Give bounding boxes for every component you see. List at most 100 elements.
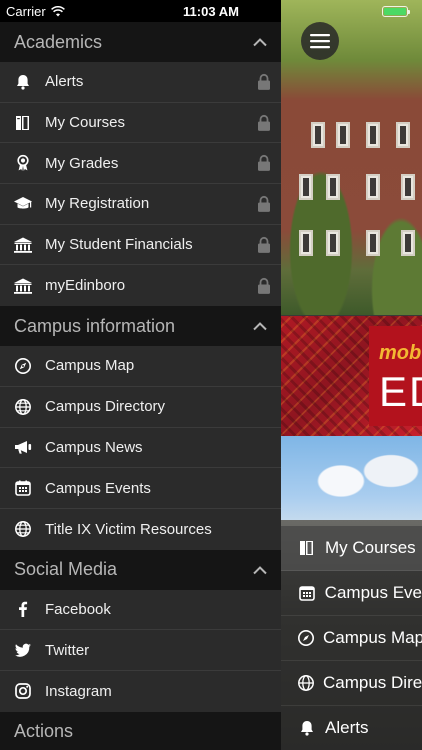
bell-icon bbox=[13, 72, 33, 92]
facebook-icon bbox=[13, 599, 33, 619]
quick-link-alerts[interactable]: Alerts bbox=[281, 706, 422, 750]
compass-icon bbox=[13, 356, 33, 376]
menu-item-my-student-financials[interactable]: My Student Financials bbox=[0, 225, 281, 266]
building-window bbox=[326, 174, 340, 200]
clock-time: 11:03 AM bbox=[183, 4, 239, 19]
globe-icon bbox=[13, 397, 33, 417]
building-window bbox=[299, 174, 313, 200]
menu-item-label: Campus Directory bbox=[45, 398, 166, 416]
section-list-campus-information: Campus Map Campus Directory Campus News Cam… bbox=[0, 346, 281, 549]
promo-banner[interactable]: mob ED bbox=[281, 316, 422, 436]
quick-links-list: My Courses Campus Eve Campus Map Campus … bbox=[281, 526, 422, 750]
menu-item-myedinboro[interactable]: myEdinboro bbox=[0, 265, 281, 306]
menu-item-label: Campus News bbox=[45, 438, 143, 456]
battery-icon bbox=[382, 6, 410, 17]
hamburger-icon bbox=[310, 34, 330, 49]
battery-level-fill bbox=[384, 8, 406, 15]
building-window bbox=[396, 122, 410, 148]
building-window bbox=[366, 174, 380, 200]
lock-icon bbox=[257, 195, 271, 212]
menu-item-campus-news[interactable]: Campus News bbox=[0, 428, 281, 469]
bank-icon bbox=[13, 276, 33, 296]
lock-icon bbox=[257, 155, 271, 172]
book-icon bbox=[297, 538, 317, 558]
quick-link-my-courses[interactable]: My Courses bbox=[281, 526, 422, 571]
menu-item-label: Instagram bbox=[45, 682, 112, 700]
lock-icon bbox=[257, 236, 271, 253]
building-window bbox=[366, 122, 380, 148]
chevron-up-icon[interactable] bbox=[249, 31, 271, 53]
section-header-campus-information[interactable]: Campus information bbox=[0, 306, 281, 347]
building-window bbox=[366, 230, 380, 256]
globe-icon bbox=[13, 519, 33, 539]
section-title: Campus information bbox=[14, 315, 176, 336]
compass-icon bbox=[297, 628, 315, 648]
award-icon bbox=[13, 153, 33, 173]
section-header-academics[interactable]: Academics bbox=[0, 22, 281, 62]
building-window bbox=[311, 122, 325, 148]
quick-link-label: Campus Dire bbox=[323, 673, 422, 692]
building-window bbox=[326, 230, 340, 256]
menu-item-title-ix-victim-resources[interactable]: Title IX Victim Resources bbox=[0, 509, 281, 550]
twitter-icon bbox=[13, 640, 33, 660]
menu-item-label: Campus Events bbox=[45, 479, 151, 497]
calendar-icon bbox=[13, 478, 33, 498]
section-header-actions[interactable]: Actions bbox=[0, 711, 281, 750]
globe-icon bbox=[297, 673, 315, 693]
section-title: Academics bbox=[14, 31, 103, 52]
menu-item-campus-map[interactable]: Campus Map bbox=[0, 346, 281, 387]
quick-link-campus-map[interactable]: Campus Map bbox=[281, 616, 422, 661]
menu-item-facebook[interactable]: Facebook bbox=[0, 590, 281, 631]
quick-link-label: Alerts bbox=[325, 718, 369, 737]
building-window bbox=[336, 122, 350, 148]
lock-icon bbox=[257, 114, 271, 131]
section-list-social-media: Facebook Twitter Instagram bbox=[0, 590, 281, 712]
status-bar: Carrier 11:03 AM bbox=[0, 0, 422, 22]
graduation-cap-icon bbox=[13, 194, 33, 214]
building-window bbox=[401, 230, 415, 256]
chevron-up-icon[interactable] bbox=[249, 559, 271, 581]
chevron-up-icon[interactable] bbox=[249, 315, 271, 337]
menu-item-campus-events[interactable]: Campus Events bbox=[0, 468, 281, 509]
hamburger-menu-button[interactable] bbox=[301, 22, 339, 60]
menu-item-label: myEdinboro bbox=[45, 277, 126, 295]
building-window bbox=[401, 174, 415, 200]
menu-item-label: My Registration bbox=[45, 195, 150, 213]
building-window bbox=[299, 230, 313, 256]
calendar-icon bbox=[297, 583, 317, 603]
quick-link-campus-events[interactable]: Campus Eve bbox=[281, 571, 422, 616]
menu-item-my-registration[interactable]: My Registration bbox=[0, 184, 281, 225]
quick-link-label: Campus Eve bbox=[324, 583, 422, 602]
book-icon bbox=[13, 113, 33, 133]
menu-item-twitter[interactable]: Twitter bbox=[0, 630, 281, 671]
menu-item-label: Alerts bbox=[45, 73, 84, 91]
instagram-icon bbox=[13, 681, 33, 701]
menu-item-instagram[interactable]: Instagram bbox=[0, 671, 281, 712]
section-title: Social Media bbox=[14, 559, 118, 580]
banner-text-top: mob bbox=[379, 342, 422, 364]
quick-link-campus-directory[interactable]: Campus Dire bbox=[281, 661, 422, 706]
section-header-social-media[interactable]: Social Media bbox=[0, 549, 281, 590]
menu-item-label: My Student Financials bbox=[45, 236, 193, 254]
lock-icon bbox=[257, 73, 271, 90]
home-screen-background: mob ED My Courses Campus Eve Campus Map bbox=[281, 0, 422, 750]
bank-icon bbox=[13, 235, 33, 255]
navigation-drawer: Academics Alerts My Courses My Grades My Reg… bbox=[0, 22, 281, 750]
megaphone-icon bbox=[13, 437, 33, 457]
quick-link-label: My Courses bbox=[325, 538, 416, 557]
banner-text-bottom: ED bbox=[379, 368, 422, 415]
lock-icon bbox=[257, 277, 271, 294]
section-list-academics: Alerts My Courses My Grades My Registration… bbox=[0, 62, 281, 306]
menu-item-alerts[interactable]: Alerts bbox=[0, 62, 281, 103]
menu-item-label: Twitter bbox=[45, 641, 90, 659]
menu-item-label: Facebook bbox=[45, 600, 111, 618]
quick-link-label: Campus Map bbox=[323, 628, 422, 647]
menu-item-label: My Courses bbox=[45, 114, 126, 132]
menu-item-my-courses[interactable]: My Courses bbox=[0, 103, 281, 144]
menu-item-label: Title IX Victim Resources bbox=[45, 520, 212, 538]
bell-icon bbox=[297, 718, 317, 738]
menu-item-campus-directory[interactable]: Campus Directory bbox=[0, 387, 281, 428]
section-title: Actions bbox=[14, 721, 74, 742]
menu-item-my-grades[interactable]: My Grades bbox=[0, 143, 281, 185]
menu-item-label: My Grades bbox=[45, 154, 119, 172]
